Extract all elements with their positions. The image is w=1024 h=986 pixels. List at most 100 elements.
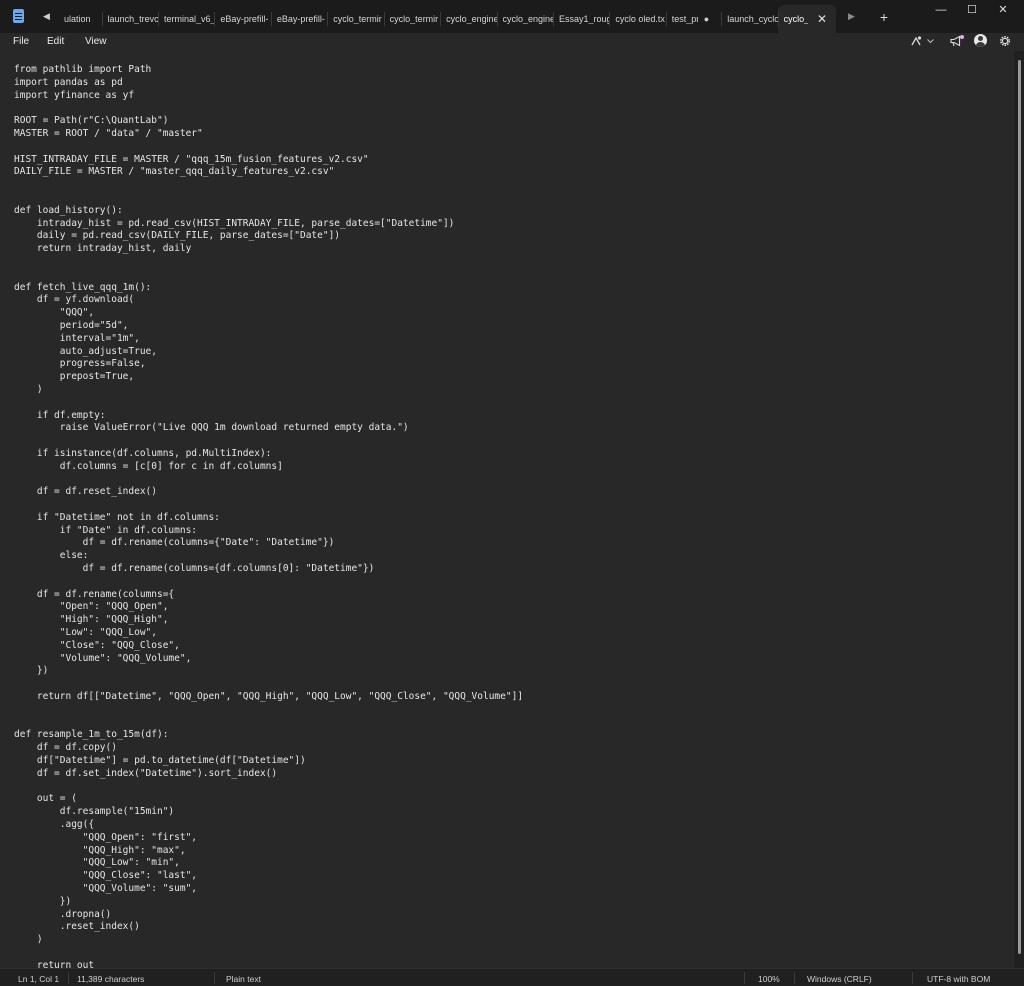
maximize-button[interactable]: ☐ bbox=[958, 2, 986, 18]
tab-scroll-right-icon[interactable]: ▶ bbox=[848, 9, 855, 23]
tab[interactable]: ulation bbox=[58, 5, 102, 33]
tab-label: eBay-prefill- bbox=[220, 14, 269, 24]
language-mode[interactable]: Plain text bbox=[226, 973, 261, 985]
code-line: "QQQ", bbox=[14, 307, 95, 319]
code-line: .agg({ bbox=[14, 819, 95, 831]
text-editor[interactable]: from pathlib import Path import pandas as… bbox=[0, 51, 1014, 968]
tab[interactable]: cyclo_engine bbox=[496, 5, 553, 33]
zoom-level[interactable]: 100% bbox=[758, 973, 780, 985]
tab-label: terminal_v6_ bbox=[163, 14, 215, 24]
unsaved-dot-icon: ● bbox=[703, 14, 710, 24]
status-divider bbox=[912, 972, 913, 984]
minimize-button[interactable]: — bbox=[927, 2, 955, 18]
code-line: "QQQ_High": "max", bbox=[14, 844, 186, 856]
tab-scroll-left-icon[interactable]: ◀ bbox=[43, 9, 50, 23]
code-line: df = df.reset_index() bbox=[14, 486, 157, 498]
scrollbar-thumb[interactable] bbox=[1018, 60, 1021, 954]
tab-strip: ulation launch_trevc terminal_v6_ eBay-p… bbox=[58, 5, 837, 33]
status-divider bbox=[214, 972, 215, 984]
gear-icon[interactable] bbox=[998, 33, 1012, 49]
tab-label: eBay-prefill- bbox=[276, 14, 325, 24]
character-count: 11,389 characters bbox=[77, 974, 145, 984]
tab[interactable]: cyclo_termir bbox=[383, 5, 440, 33]
code-line: out = ( bbox=[14, 793, 77, 805]
status-divider bbox=[744, 972, 745, 984]
code-line: "Low": "QQQ_Low", bbox=[14, 627, 157, 639]
code-line: df.resample("15min") bbox=[14, 806, 175, 818]
code-line: df = df.set_index("Datetime").sort_index… bbox=[14, 767, 278, 779]
tab[interactable]: eBay-prefill- bbox=[270, 5, 327, 33]
tab[interactable]: launch_trevc bbox=[101, 5, 158, 33]
tab-label: cyclo_termir bbox=[333, 14, 382, 24]
code-line: return intraday_hist, daily bbox=[14, 243, 192, 255]
code-line: intraday_hist = pd.read_csv(HIST_INTRADA… bbox=[14, 217, 455, 229]
code-text[interactable]: from pathlib import Path import pandas as… bbox=[14, 64, 523, 968]
code-line: return df[["Datetime", "QQQ_Open", "QQQ_… bbox=[14, 691, 524, 703]
menu-view[interactable]: View bbox=[85, 35, 107, 49]
tab-label: ulation bbox=[64, 14, 91, 24]
new-tab-button[interactable]: + bbox=[876, 7, 892, 27]
tab[interactable]: cyclo_termir bbox=[327, 5, 383, 33]
code-line: "QQQ_Low": "min", bbox=[14, 857, 180, 869]
code-line: "QQQ_Volume": "sum", bbox=[14, 883, 198, 894]
tab[interactable]: terminal_v6_ bbox=[157, 5, 215, 33]
menu-bar: File Edit View bbox=[0, 33, 1024, 51]
code-line: df = df.rename(columns={ bbox=[14, 588, 175, 600]
menu-file[interactable]: File bbox=[13, 35, 29, 49]
notification-dot-icon bbox=[960, 35, 964, 39]
code-line: }) bbox=[14, 665, 49, 677]
tab[interactable]: Essay1_rougl bbox=[552, 5, 609, 33]
code-line: "QQQ_Open": "first", bbox=[14, 831, 198, 843]
code-line: raise ValueError("Live QQQ 1m download r… bbox=[14, 422, 409, 434]
tab[interactable]: cyclo_engine bbox=[440, 5, 497, 33]
copilot-icon[interactable] bbox=[909, 33, 923, 49]
close-tab-icon[interactable]: ✕ bbox=[814, 11, 830, 27]
chevron-down-icon[interactable] bbox=[926, 33, 935, 49]
code-line: return out bbox=[14, 959, 95, 968]
code-line: ) bbox=[14, 934, 43, 946]
code-line: df = df.rename(columns={"Date": "Datetim… bbox=[14, 537, 335, 549]
code-line: if df.empty: bbox=[14, 409, 106, 421]
code-line: if "Date" in df.columns: bbox=[14, 524, 198, 536]
tab-label: cyclo oled.tx bbox=[615, 14, 665, 24]
notepad-app-icon bbox=[13, 9, 24, 23]
line-ending[interactable]: Windows (CRLF) bbox=[807, 973, 872, 985]
code-line: .dropna() bbox=[14, 908, 112, 920]
tab[interactable]: eBay-prefill- bbox=[214, 5, 270, 33]
code-line: if isinstance(df.columns, pd.MultiIndex)… bbox=[14, 447, 272, 459]
code-line: import pandas as pd bbox=[14, 76, 123, 88]
code-line: }) bbox=[14, 895, 72, 907]
code-line: .reset_index() bbox=[14, 921, 140, 933]
code-line: ) bbox=[14, 383, 43, 395]
code-line: "Close": "QQQ_Close", bbox=[14, 639, 180, 651]
code-line: def resample_1m_to_15m(df): bbox=[14, 729, 169, 741]
tab-label: cyclo_termir bbox=[389, 14, 439, 24]
code-line: "High": "QQQ_High", bbox=[14, 614, 169, 626]
tab[interactable]: launch_cyclo bbox=[721, 5, 778, 33]
tab-unsaved[interactable]: test_pr ● bbox=[665, 5, 721, 33]
close-window-button[interactable]: ✕ bbox=[989, 2, 1017, 18]
file-encoding[interactable]: UTF-8 with BOM bbox=[927, 973, 990, 985]
tab-label: cyclo_engine bbox=[446, 14, 497, 24]
code-line: MASTER = ROOT / "data" / "master" bbox=[14, 127, 203, 139]
code-line: import yfinance as yf bbox=[14, 89, 135, 101]
code-line: if "Datetime" not in df.columns: bbox=[14, 511, 220, 523]
tab[interactable]: cyclo oled.tx bbox=[609, 5, 665, 33]
code-line: auto_adjust=True, bbox=[14, 345, 157, 357]
code-line: df.columns = [c[0] for c in df.columns] bbox=[14, 460, 283, 472]
tab-active[interactable]: cyclo_ ✕ bbox=[777, 5, 837, 33]
cursor-position[interactable]: Ln 1, Col 1 bbox=[18, 973, 59, 985]
account-avatar-icon[interactable] bbox=[974, 34, 987, 47]
menu-edit[interactable]: Edit bbox=[47, 35, 64, 49]
